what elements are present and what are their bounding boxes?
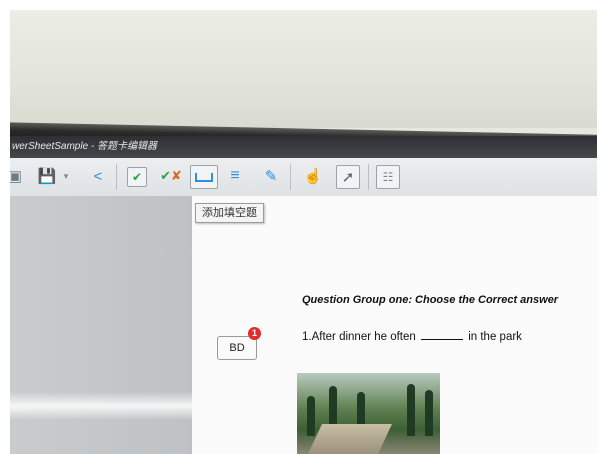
share-icon[interactable]: < [87,165,109,187]
question-1-prefix: 1.After dinner he often [302,331,416,343]
answer-sheet-canvas[interactable]: Question Group one: Choose the Correct a… [192,196,597,454]
question-1: 1.After dinner he often in the park [302,330,522,343]
dropdown-icon[interactable]: ▾ [60,165,72,187]
answer-box[interactable]: BD [217,336,257,360]
pointer-icon[interactable]: ➚ [336,165,360,189]
screen-glare [10,392,192,420]
tree [307,396,315,436]
folder-icon[interactable]: ▣ [10,165,26,187]
toolbar-tooltip: 添加填空题 [195,203,264,223]
check-cross-icon[interactable]: ✔ ✘ [156,165,186,187]
question-1-suffix: in the park [468,331,522,343]
background-wall [10,10,597,128]
tree [425,390,433,436]
toolbar-separator [368,164,369,190]
monitor-screen: werSheetSample - 答题卡编辑器 ▣ 💾 ▾ < ✔ ✔ ✘ ≡ ✎… [10,136,597,454]
toolbar: ▣ 💾 ▾ < ✔ ✔ ✘ ≡ ✎ ☝ ➚ ☷ [10,158,597,197]
left-panel [10,196,192,454]
tree [407,384,415,436]
toolbar-separator [290,164,291,190]
lines-icon[interactable]: ≡ [224,165,246,187]
photo-frame: werSheetSample - 答题卡编辑器 ▣ 💾 ▾ < ✔ ✔ ✘ ≡ ✎… [10,10,597,454]
toolbar-separator [116,164,117,190]
save-icon[interactable]: 💾 [36,165,58,187]
garden-path [308,424,392,454]
window-title: werSheetSample - 答题卡编辑器 [12,141,158,152]
fill-blank[interactable] [421,330,464,340]
fill-blank-icon[interactable] [190,165,218,189]
window-titlebar: werSheetSample - 答题卡编辑器 [10,136,597,158]
template-icon[interactable]: ☷ [376,165,400,189]
question-group-heading: Question Group one: Choose the Correct a… [302,294,559,306]
hand-icon[interactable]: ☝ [302,165,324,187]
check-box-icon[interactable]: ✔ [127,167,147,187]
answer-badge: 1 [248,327,261,340]
question-image [297,373,440,454]
pen-icon[interactable]: ✎ [260,165,282,187]
